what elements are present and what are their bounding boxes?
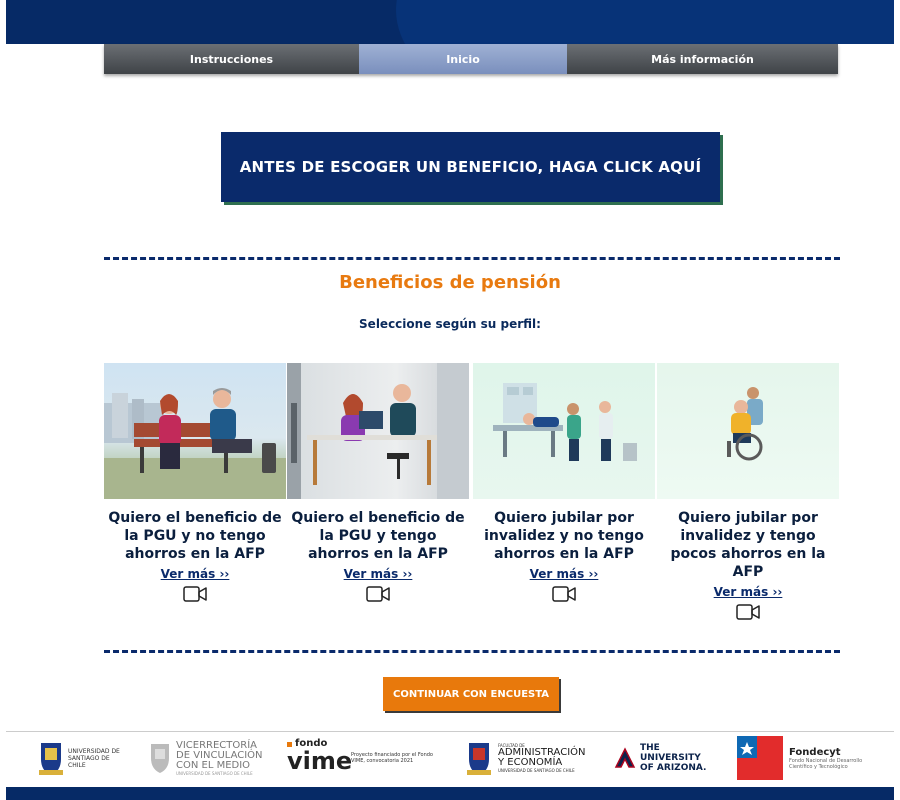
card-title: Quiero jubilar por invalidez y tengo poc… [670,510,826,580]
nav-inicio[interactable]: Inicio [359,44,567,74]
fae-line4: UNIVERSIDAD DE SANTIAGO DE CHILE [498,768,575,773]
fae-crest-icon [467,743,491,775]
video-icon[interactable] [736,604,760,620]
banner-swoosh [396,0,894,44]
vice-line4: UNIVERSIDAD DE SANTIAGO DE CHILE [176,770,253,776]
video-icon[interactable] [183,586,207,602]
video-icon[interactable] [552,586,576,602]
logo-fae[interactable]: FACULTAD DE ADMINISTRACIÓN Y ECONOMÍA UN… [466,735,586,781]
footer-logos: UNIVERSIDAD DE SANTIAGO DE CHILE VICERRE… [0,735,900,785]
before-choosing-button[interactable]: ANTES DE ESCOGER UN BENEFICIO, HAGA CLIC… [221,132,720,202]
nav-instrucciones[interactable]: Instrucciones [104,44,359,74]
benefit-card-pgu-no-savings: Quiero el beneficio de la PGU y no tengo… [104,363,286,602]
logo-university-of-arizona[interactable]: THE UNIVERSITY OF ARIZONA. [614,735,712,781]
logo-vicerrectoria[interactable]: VICERRECTORÍA DE VINCULACIÓN CON EL MEDI… [148,735,263,781]
arizona-text: THE UNIVERSITY OF ARIZONA. [640,743,707,773]
section-subtitle: Seleccione según su perfil: [359,317,541,331]
main-nav: Instrucciones Inicio Más información [104,44,838,74]
vice-line2: DE VINCULACIÓN [176,749,263,761]
card-title: Quiero el beneficio de la PGU y no tengo… [108,510,282,562]
ver-mas-link[interactable]: Ver más ›› [344,567,413,581]
illustration-couple-at-desk[interactable] [287,363,469,499]
ver-mas-link[interactable]: Ver más ›› [530,567,599,581]
fae-line3: Y ECONOMÍA [498,757,563,768]
illustration-wheelchair[interactable] [657,363,839,499]
usach-text: UNIVERSIDAD DE SANTIAGO DE CHILE [68,747,120,769]
arizona-a-icon [614,747,636,768]
top-banner [6,0,894,44]
vime-wordmark: fondo vime [287,738,352,778]
fondecyt-title: Fondecyt [789,746,841,758]
vime-note: Proyecto financiado por el Fondo VIME, c… [351,752,433,764]
bottom-bar [6,787,894,800]
divider-bottom [104,650,840,653]
footer-divider [6,731,894,732]
video-icon[interactable] [366,586,390,602]
illustration-hospital-bed[interactable] [473,363,655,499]
ver-mas-link[interactable]: Ver más ›› [161,567,230,581]
nav-mas-informacion[interactable]: Más información [567,44,838,74]
ver-mas-link[interactable]: Ver más ›› [714,585,783,599]
card-title: Quiero el beneficio de la PGU y tengo ah… [291,510,465,562]
divider-top [104,257,840,260]
vime-vime: vime [287,747,353,775]
benefit-card-disability-few-savings: Quiero jubilar por invalidez y tengo poc… [657,363,839,620]
benefit-card-disability-no-savings: Quiero jubilar por invalidez y no tengo … [473,363,655,602]
fondecyt-subtitle: Fondo Nacional de Desarrollo Científico … [789,757,863,770]
vice-line1: VICERRECTORÍA [176,739,258,751]
usach-crest-icon [39,743,63,775]
card-title: Quiero jubilar por invalidez y no tengo … [484,510,644,562]
continue-survey-button[interactable]: CONTINUAR CON ENCUESTA [383,677,559,711]
logo-fondecyt[interactable]: Fondecyt Fondo Nacional de Desarrollo Ci… [737,735,875,781]
logo-fondo-vime[interactable]: fondo vime Proyecto financiado por el Fo… [287,735,435,781]
illustration-couple-on-bench[interactable] [104,363,286,499]
logo-usach[interactable]: UNIVERSIDAD DE SANTIAGO DE CHILE [38,735,120,781]
benefit-card-pgu-with-savings: Quiero el beneficio de la PGU y tengo ah… [287,363,469,602]
vice-line3: CON EL MEDIO [176,759,251,771]
section-title: Beneficios de pensión [339,272,561,293]
chile-government-icon [737,736,783,780]
usach-crest-gray-icon [151,744,169,773]
